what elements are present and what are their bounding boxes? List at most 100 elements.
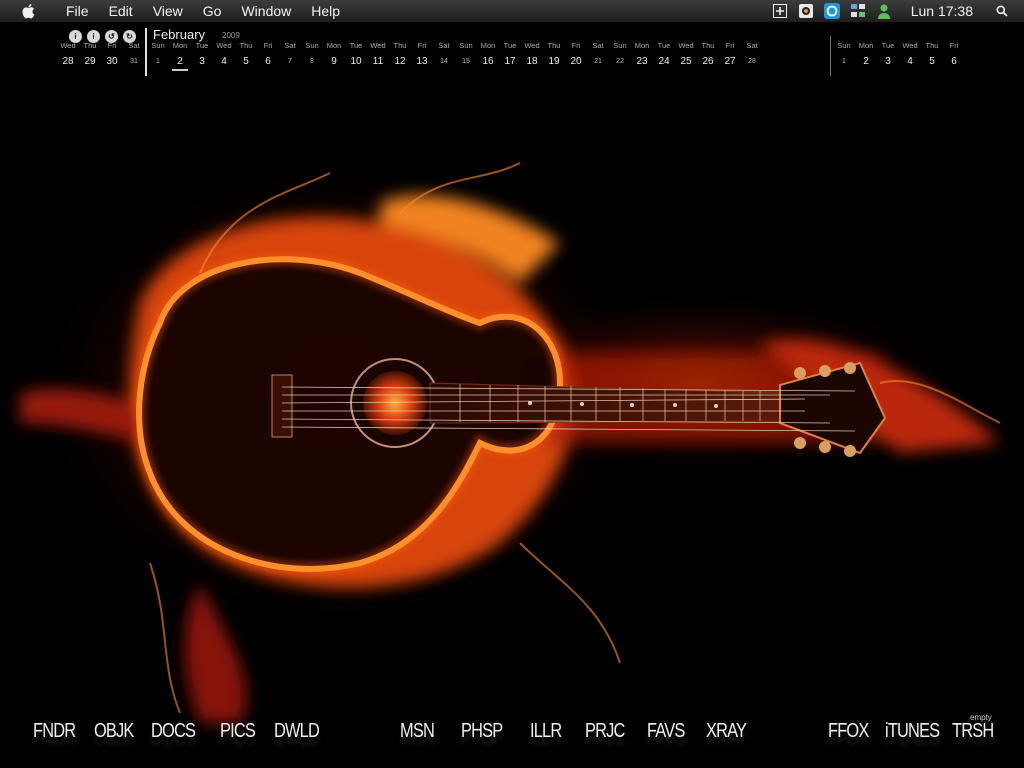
- calendar-day[interactable]: Wed 28: [57, 24, 79, 69]
- spotlight-search-icon[interactable]: [994, 3, 1010, 19]
- network-icon[interactable]: [850, 3, 866, 19]
- calendar-day[interactable]: Fri 30: [101, 24, 123, 69]
- calendar-day-number: 5: [243, 56, 249, 67]
- dock-item-finder[interactable]: FNDR: [33, 720, 76, 743]
- trash-status: empty: [970, 713, 992, 722]
- apple-icon[interactable]: [18, 1, 38, 21]
- calendar-day[interactable]: Fri 6: [257, 24, 279, 69]
- calendar-day[interactable]: Wed 4: [899, 24, 921, 69]
- calendar-day-of-week: Sun: [151, 41, 165, 50]
- calendar-day[interactable]: Mon 2: [855, 24, 877, 69]
- calendar-day[interactable]: Wed 4: [213, 24, 235, 69]
- calendar-day[interactable]: Mon 23: [631, 24, 653, 69]
- calendar-day[interactable]: Fri 13: [411, 24, 433, 69]
- calendar-day-of-week: Fri: [107, 41, 117, 50]
- dock-item-favorites[interactable]: FAVS: [647, 720, 685, 743]
- user-icon[interactable]: [876, 3, 892, 19]
- calendar-day-of-week: Sun: [613, 41, 627, 50]
- menu-view[interactable]: View: [143, 0, 193, 22]
- menu-edit[interactable]: Edit: [99, 0, 143, 22]
- calendar-day[interactable]: Mon 9: [323, 24, 345, 69]
- calendar-day[interactable]: Tue 24: [653, 24, 675, 69]
- menu-window[interactable]: Window: [231, 0, 301, 22]
- calendar-day[interactable]: Fri 6: [943, 24, 965, 69]
- dock-item-illustrator[interactable]: ILLR: [530, 720, 562, 743]
- calendar-day[interactable]: Mon 2: [169, 24, 191, 71]
- dock-item-trash[interactable]: TRSH: [952, 720, 994, 743]
- dock-item-msn[interactable]: MSN: [400, 720, 435, 743]
- calendar-day[interactable]: Tue 10: [345, 24, 367, 69]
- calendar-day[interactable]: Sat 21: [587, 24, 609, 69]
- calendar-day-of-week: Thu: [925, 41, 939, 50]
- calendar-day-of-week: Wed: [216, 41, 232, 50]
- calendar-day-number: 26: [702, 56, 714, 67]
- calendar-day[interactable]: Sat 7: [279, 24, 301, 69]
- calendar-day-of-week: Tue: [195, 41, 209, 50]
- sync-icon[interactable]: [823, 3, 840, 19]
- calendar-day[interactable]: Mon 16: [477, 24, 499, 69]
- menu-help[interactable]: Help: [301, 0, 350, 22]
- calendar-day-number: 20: [570, 56, 582, 67]
- dock-item-pictures[interactable]: PICS: [220, 720, 256, 743]
- calendar-day[interactable]: Tue 3: [877, 24, 899, 69]
- calendar-day[interactable]: Sat 31: [123, 24, 145, 69]
- calendar-day[interactable]: Fri 27: [719, 24, 741, 69]
- calendar-day-number: 2: [172, 55, 188, 71]
- calendar-day[interactable]: Thu 5: [921, 24, 943, 69]
- webcam-icon[interactable]: [798, 3, 814, 19]
- add-icon[interactable]: [772, 3, 788, 19]
- calendar-day[interactable]: Tue 17: [499, 24, 521, 69]
- calendar-day[interactable]: Tue 3: [191, 24, 213, 69]
- calendar-day-number: 6: [265, 56, 271, 67]
- calendar-day[interactable]: Wed 25: [675, 24, 697, 69]
- calendar-day[interactable]: Thu 26: [697, 24, 719, 69]
- calendar-day[interactable]: Wed 18: [521, 24, 543, 69]
- desktop-wallpaper: [0, 23, 1024, 768]
- calendar-day-of-week: Sat: [438, 41, 450, 50]
- calendar-day-of-week: Sun: [459, 41, 473, 50]
- calendar-day[interactable]: Sun 8: [301, 24, 323, 69]
- calendar-day[interactable]: Fri 20: [565, 24, 587, 69]
- calendar-day-number: 13: [416, 56, 428, 67]
- calendar-day[interactable]: Thu 5: [235, 24, 257, 69]
- calendar-day[interactable]: Sun 1: [833, 24, 855, 69]
- calendar-day[interactable]: Thu 29: [79, 24, 101, 69]
- calendar-day[interactable]: Thu 19: [543, 24, 565, 69]
- dock-item-xray[interactable]: XRAY: [706, 720, 747, 743]
- dock-item-firefox[interactable]: FFOX: [828, 720, 869, 743]
- calendar-day[interactable]: Sat 28: [741, 24, 763, 69]
- calendar-day-of-week: Wed: [902, 41, 918, 50]
- calendar-day-number: 23: [636, 56, 648, 67]
- calendar-day-number: 22: [616, 58, 624, 65]
- menu-extras: Lun 17:38: [767, 0, 1024, 22]
- dock-item-objk[interactable]: OBJK: [94, 720, 134, 743]
- calendar-day[interactable]: Sun 15: [455, 24, 477, 69]
- calendar-day-number: 6: [951, 56, 957, 67]
- calendar-day-number: 30: [106, 56, 118, 67]
- calendar-day[interactable]: Sun 22: [609, 24, 631, 69]
- calendar-day-number: 27: [724, 56, 736, 67]
- menu-file[interactable]: File: [56, 0, 99, 22]
- calendar-day[interactable]: Sun 1: [147, 24, 169, 69]
- dock-item-documents[interactable]: DOCS: [151, 720, 196, 743]
- calendar-day-of-week: Fri: [949, 41, 959, 50]
- calendar-day-of-week: Mon: [480, 41, 496, 50]
- calendar-day[interactable]: Thu 12: [389, 24, 411, 69]
- calendar-day[interactable]: Sat 14: [433, 24, 455, 69]
- calendar-day-of-week: Sun: [837, 41, 851, 50]
- calendar-day-number: 4: [907, 56, 913, 67]
- menu-clock[interactable]: Lun 17:38: [911, 3, 973, 19]
- dock-item-downloads[interactable]: DWLD: [274, 720, 320, 743]
- dock-item-photoshop[interactable]: PHSP: [461, 720, 503, 743]
- calendar-day-of-week: Fri: [417, 41, 427, 50]
- calendar-day[interactable]: Wed 11: [367, 24, 389, 69]
- dock-item-projects[interactable]: PRJC: [585, 720, 625, 743]
- menu-go[interactable]: Go: [193, 0, 232, 22]
- calendar-day-number: 15: [462, 58, 470, 65]
- calendar-day-number: 5: [929, 56, 935, 67]
- calendar-day-number: 25: [680, 56, 692, 67]
- dock-item-itunes[interactable]: iTUNES: [885, 720, 940, 743]
- calendar-day-number: 19: [548, 56, 560, 67]
- calendar-day-number: 2: [863, 56, 869, 67]
- calendar-day-number: 28: [748, 58, 756, 65]
